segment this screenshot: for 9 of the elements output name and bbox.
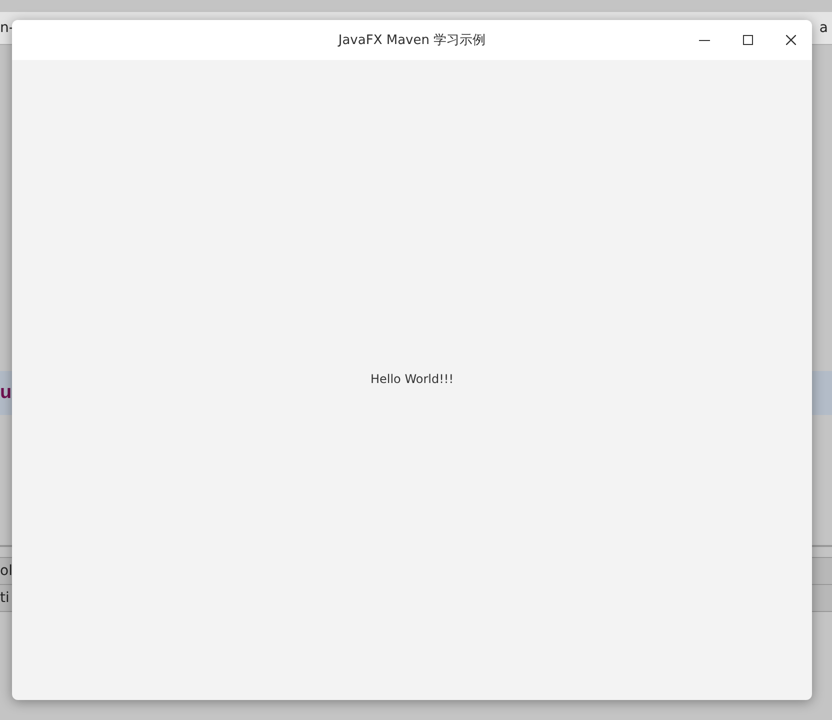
- window-title: JavaFX Maven 学习示例: [338, 32, 486, 49]
- background-text: ol: [0, 563, 12, 579]
- background-text: u: [0, 382, 12, 404]
- background-text: n-: [0, 20, 14, 36]
- background-text: ti: [0, 590, 10, 606]
- background-text: a: [819, 20, 829, 36]
- close-icon: [786, 35, 796, 45]
- hello-label: Hello World!!!: [370, 372, 454, 386]
- maximize-icon: [742, 35, 752, 45]
